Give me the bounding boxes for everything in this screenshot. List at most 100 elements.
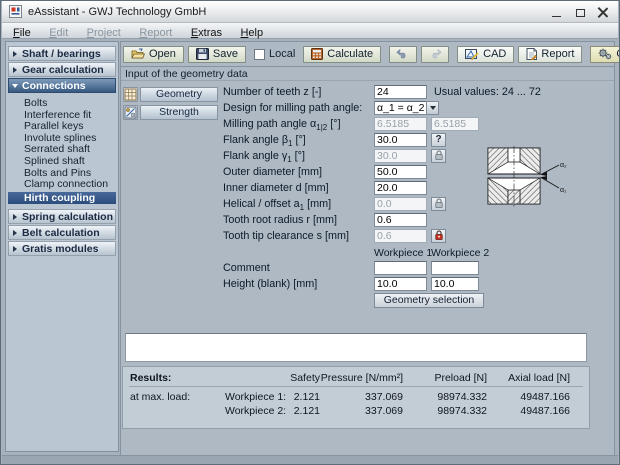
maximize-icon[interactable] (570, 4, 590, 20)
results-col-pressure: Pressure [N/mm²] (320, 372, 403, 384)
milling-angle-input-1 (374, 117, 427, 131)
app-icon (9, 5, 22, 18)
height-blank-input-1[interactable] (374, 277, 427, 291)
design-label: Design for milling path angle: (223, 101, 362, 115)
tooth-root-radius-label: Tooth root radius r [mm] (223, 213, 337, 227)
results-row-label: at max. load: (130, 391, 225, 403)
lock-icon[interactable] (431, 197, 446, 211)
undo-icon (396, 49, 410, 59)
workpiece1-column-header: Workpiece 1 (374, 247, 432, 259)
inner-diameter-label: Inner diameter d [mm] (223, 181, 329, 195)
results-col-preload: Preload [N] (403, 372, 487, 384)
chevron-right-icon (13, 67, 17, 73)
results-col-axial: Axial load [N] (487, 372, 570, 384)
sidebar-item-gear-calculation[interactable]: Gear calculation (8, 62, 116, 77)
sidebar-item-connections[interactable]: Connections (8, 78, 116, 93)
chevron-right-icon (13, 51, 17, 57)
sidebar: Shaft / bearings Gear calculation Connec… (5, 41, 119, 452)
undo-button[interactable] (389, 46, 417, 63)
sidebar-item-clamp-connection[interactable]: Clamp connection (8, 179, 116, 191)
toolbar: Open Save Local (123, 45, 620, 63)
close-icon[interactable] (593, 4, 613, 20)
open-folder-icon (131, 48, 145, 60)
lock-red-icon[interactable] (431, 229, 446, 243)
helical-offset-input (374, 197, 427, 211)
height-blank-label: Height (blank) [mm] (223, 277, 317, 291)
menu-help[interactable]: Help (233, 25, 270, 41)
teeth-label: Number of teeth z [-] (223, 85, 321, 99)
sidebar-item-splined-shaft[interactable]: Splined shaft (8, 156, 116, 168)
chevron-down-icon (12, 84, 18, 88)
open-button[interactable]: Open (123, 46, 184, 63)
menu-extras[interactable]: Extras (184, 25, 229, 41)
results-panel: Results: Safety Pressure [N/mm²] Preload… (122, 366, 590, 429)
hirth-coupling-drawing: α₂ α₁ (484, 146, 572, 212)
cad-button[interactable]: CAD (457, 46, 514, 63)
angle-label-alpha1: α₁ (560, 187, 567, 194)
chevron-right-icon (13, 230, 17, 236)
teeth-usual-values: Usual values: 24 ... 72 (434, 85, 541, 99)
strength-tool-icon[interactable] (123, 105, 138, 120)
flank-angle-gamma-input (374, 149, 427, 163)
chevron-right-icon (13, 246, 17, 252)
inner-diameter-input[interactable] (374, 181, 427, 195)
comment-input-1[interactable] (374, 261, 427, 275)
content-panel: Open Save Local (120, 41, 615, 456)
sidebar-item-gratis-modules[interactable]: Gratis modules (8, 241, 116, 256)
menu-edit: Edit (42, 25, 75, 41)
cad-icon (465, 48, 479, 60)
geometry-selection-button[interactable]: Geometry selection (374, 293, 484, 308)
workpiece2-column-header: Workpiece 2 (431, 247, 489, 259)
local-checkbox[interactable] (254, 49, 265, 60)
app-window: eAssistant - GWJ Technology GmbH File Ed… (0, 0, 620, 465)
outer-diameter-input[interactable] (374, 165, 427, 179)
chevron-down-icon[interactable] (426, 101, 439, 115)
menu-report: Report (132, 25, 179, 41)
geometry-grid-icon[interactable] (123, 87, 138, 102)
results-row-workpiece2: Workpiece 2: 2.121 337.069 98974.332 494… (123, 405, 589, 417)
results-separator (129, 386, 583, 387)
chevron-right-icon (13, 214, 17, 220)
sidebar-item-bolts[interactable]: Bolts (8, 98, 116, 110)
milling-angle-input-2 (431, 117, 479, 131)
tooth-tip-clearance-input (374, 229, 427, 243)
question-button[interactable]: ? (431, 133, 446, 147)
sidebar-item-spring-calculation[interactable]: Spring calculation (8, 209, 116, 224)
redo-button[interactable] (421, 46, 449, 63)
geometry-view-button[interactable]: Geometry (140, 87, 218, 102)
sidebar-item-belt-calculation[interactable]: Belt calculation (8, 225, 116, 240)
results-title: Results: (130, 372, 225, 384)
outer-diameter-label: Outer diameter [mm] (223, 165, 322, 179)
comment-input-2[interactable] (431, 261, 479, 275)
calculate-button[interactable]: Calculate (303, 46, 381, 63)
calculator-icon (311, 48, 323, 60)
results-col-safety: Safety (272, 372, 320, 384)
report-button[interactable]: Report (518, 46, 582, 63)
angle-label-alpha2: α₂ (560, 162, 567, 169)
sidebar-item-hirth-coupling[interactable]: Hirth coupling (8, 192, 116, 204)
title-bar: eAssistant - GWJ Technology GmbH (2, 1, 618, 23)
tooth-tip-clearance-label: Tooth tip clearance s [mm] (223, 229, 349, 243)
minimize-icon[interactable] (546, 4, 566, 20)
tooth-root-radius-input[interactable] (374, 213, 427, 227)
strength-view-button[interactable]: Strength (140, 105, 218, 120)
lock-icon[interactable] (431, 149, 446, 163)
menu-project: Project (80, 25, 128, 41)
teeth-input[interactable] (374, 85, 427, 99)
save-floppy-icon (196, 48, 209, 60)
comment-label: Comment (223, 261, 270, 275)
flank-angle-beta-input[interactable] (374, 133, 427, 147)
window-bottom-frame (2, 455, 618, 464)
section-title: Input of the geometry data (121, 66, 614, 81)
local-checkbox-label: Local (269, 48, 295, 60)
sidebar-item-shaft-bearings[interactable]: Shaft / bearings (8, 46, 116, 61)
save-button[interactable]: Save (188, 46, 246, 63)
window-title: eAssistant - GWJ Technology GmbH (28, 1, 206, 23)
height-blank-input-2[interactable] (431, 277, 479, 291)
menu-file[interactable]: File (6, 25, 38, 41)
redo-icon (428, 49, 442, 59)
menu-bar: File Edit Project Report Extras Help (2, 23, 618, 39)
options-gears-icon (598, 48, 612, 60)
message-box (125, 333, 587, 362)
options-button[interactable]: Options (590, 46, 620, 63)
